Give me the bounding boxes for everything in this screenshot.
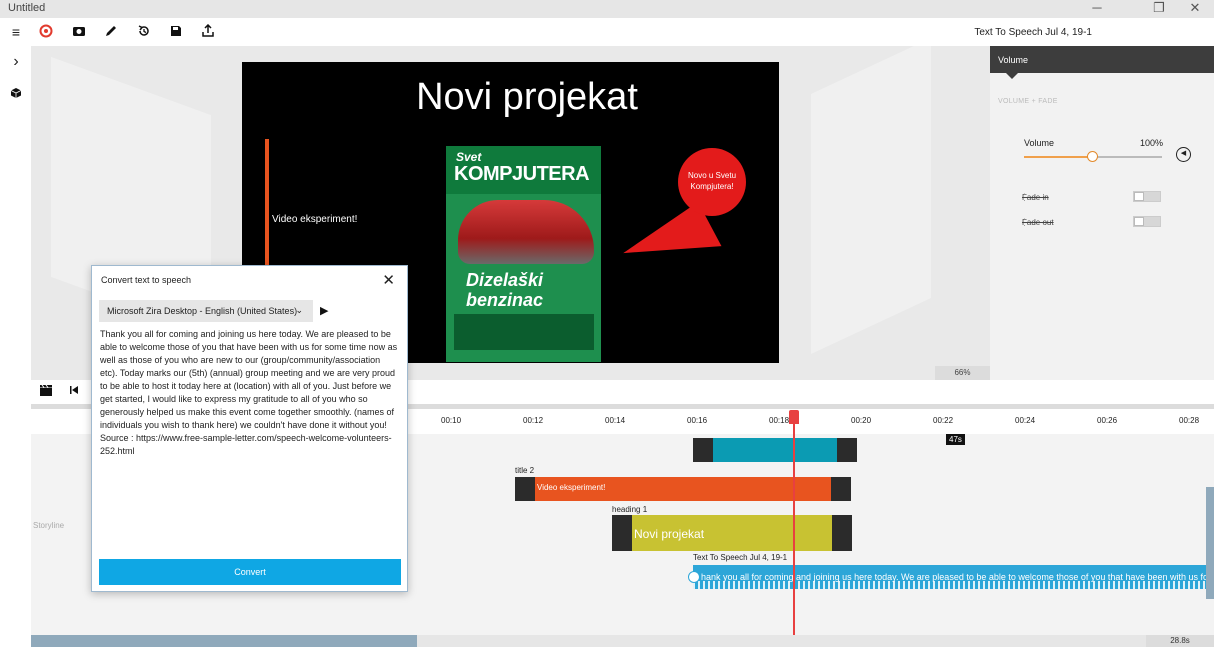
speaker-icon[interactable]: ◀ — [1176, 147, 1191, 162]
clip-label-heading1: heading 1 — [612, 505, 648, 514]
ruler-tick-label: 00:24 — [1015, 416, 1036, 425]
volume-label: Volume — [1024, 138, 1055, 148]
section-header: VOLUME + FADE — [998, 98, 1058, 105]
title2-clip-text: Video eksperiment! — [537, 483, 606, 492]
audio-fade-handle[interactable] — [688, 571, 700, 583]
storyline-label: Storyline — [33, 521, 65, 530]
document-label: Text To Speech Jul 4, 19-1 — [974, 27, 1092, 38]
tts-audio-clip[interactable]: hank you all for coming and joining us h… — [693, 565, 1214, 589]
left-rail: › — [0, 46, 31, 647]
clip-label-tts: Text To Speech Jul 4, 19-1 — [693, 553, 788, 562]
chevron-down-icon: ⌄ — [295, 305, 303, 315]
ruler-tick-label: 00:16 — [687, 416, 708, 425]
fade-in-toggle[interactable] — [1133, 191, 1161, 202]
title-bar: Untitled ─ ❐ ✕ — [0, 0, 1214, 18]
minimize-button[interactable]: ─ — [1074, 0, 1120, 18]
clip-handle-left[interactable] — [612, 515, 632, 551]
panel-notch — [1006, 73, 1018, 79]
ruler-tick-label: 00:20 — [851, 416, 872, 425]
export-icon[interactable] — [200, 23, 216, 40]
slide-title: Novi projekat — [416, 76, 638, 118]
clip-handle-left[interactable] — [693, 438, 713, 462]
voice-select-value: Microsoft Zira Desktop - English (United… — [107, 306, 298, 316]
ruler-tick-label: 00:26 — [1097, 416, 1118, 425]
magazine-brand-small: Svet — [456, 150, 482, 164]
clip-handle-right[interactable] — [831, 477, 851, 501]
ruler-tick-label: 00:18 — [769, 416, 790, 425]
volume-slider-knob[interactable] — [1087, 151, 1098, 162]
magazine-cover: Svet KOMPJUTERA Dizelaški benzinac — [446, 146, 601, 362]
duration-badge: 47s — [946, 434, 965, 445]
chevron-right-icon[interactable]: › — [8, 54, 24, 70]
record-icon[interactable] — [38, 24, 54, 40]
window-title: Untitled — [8, 2, 46, 14]
title2-clip[interactable]: Video eksperiment! — [515, 477, 851, 501]
timeline-scrollbar[interactable]: 28.8s — [31, 635, 1214, 647]
pen-icon[interactable] — [103, 24, 119, 40]
play-icon[interactable]: ▶ — [320, 304, 328, 317]
media-clip[interactable] — [693, 438, 857, 462]
ruler-tick-label: 00:10 — [441, 416, 462, 425]
tts-dialog: Convert text to speech ✕ Microsoft Zira … — [91, 265, 408, 592]
properties-panel: Volume VOLUME + FADE Volume 100% ◀ ⋮ Fad… — [990, 46, 1214, 380]
volume-slider-fill — [1024, 156, 1093, 158]
vertical-scrollbar[interactable] — [1206, 487, 1214, 599]
history-icon[interactable] — [136, 24, 152, 40]
close-icon[interactable]: ✕ — [382, 271, 395, 289]
fade-out-toggle[interactable] — [1133, 216, 1161, 227]
clip-handle-right[interactable] — [837, 438, 857, 462]
fade-out-label: Fade out — [1022, 218, 1054, 227]
dialog-title: Convert text to speech — [101, 275, 192, 285]
toolbar: ≡ Text To Speech Jul 4, 19-1 — [0, 18, 1214, 46]
clapperboard-icon[interactable] — [39, 384, 53, 399]
magazine-headline-2: benzinac — [466, 290, 544, 310]
background-pattern — [811, 46, 931, 354]
clip-handle-left[interactable] — [515, 477, 535, 501]
speech-bubble: Novo u Svetu Kompjutera! — [678, 148, 746, 216]
magazine-headline-1: Dizelaški — [466, 270, 544, 290]
playhead[interactable] — [793, 412, 795, 636]
speech-text-area[interactable]: Thank you all for coming and joining us … — [100, 328, 398, 556]
slide-subtitle: Video eksperiment! — [272, 214, 358, 225]
cube-icon[interactable] — [8, 86, 24, 102]
voice-select[interactable]: Microsoft Zira Desktop - English (United… — [99, 300, 313, 322]
camera-icon[interactable] — [71, 24, 87, 40]
orange-accent-bar — [265, 139, 269, 279]
clip-handle-right[interactable] — [832, 515, 852, 551]
ruler-tick-label: 00:22 — [933, 416, 954, 425]
total-duration: 28.8s — [1146, 635, 1214, 647]
scrollbar-thumb[interactable] — [31, 635, 417, 647]
skip-start-icon[interactable] — [67, 385, 81, 399]
ruler-tick-label: 00:28 — [1179, 416, 1200, 425]
volume-value: 100% — [1140, 138, 1164, 148]
zoom-level[interactable]: 66% — [935, 366, 990, 380]
ruler-tick-label: 00:14 — [605, 416, 626, 425]
panel-title: Volume — [990, 46, 1214, 73]
magazine-headline: Dizelaški benzinac — [466, 270, 543, 310]
ruler-tick-label: 00:12 — [523, 416, 544, 425]
volume-slider[interactable] — [1024, 151, 1162, 162]
clip-label-title2: title 2 — [515, 466, 535, 475]
save-icon[interactable] — [168, 24, 184, 40]
audio-waveform — [693, 581, 1214, 589]
close-window-button[interactable]: ✕ — [1172, 0, 1214, 18]
car-image — [458, 200, 594, 264]
fade-in-label: Fade in — [1022, 193, 1049, 202]
menu-icon[interactable]: ≡ — [8, 24, 24, 40]
convert-button[interactable]: Convert — [99, 559, 401, 585]
heading1-clip-text: Novi projekat — [634, 527, 705, 541]
heading1-clip[interactable]: Novi projekat — [612, 515, 852, 551]
magazine-products-strip — [454, 314, 594, 350]
magazine-brand: KOMPJUTERA — [454, 163, 590, 185]
